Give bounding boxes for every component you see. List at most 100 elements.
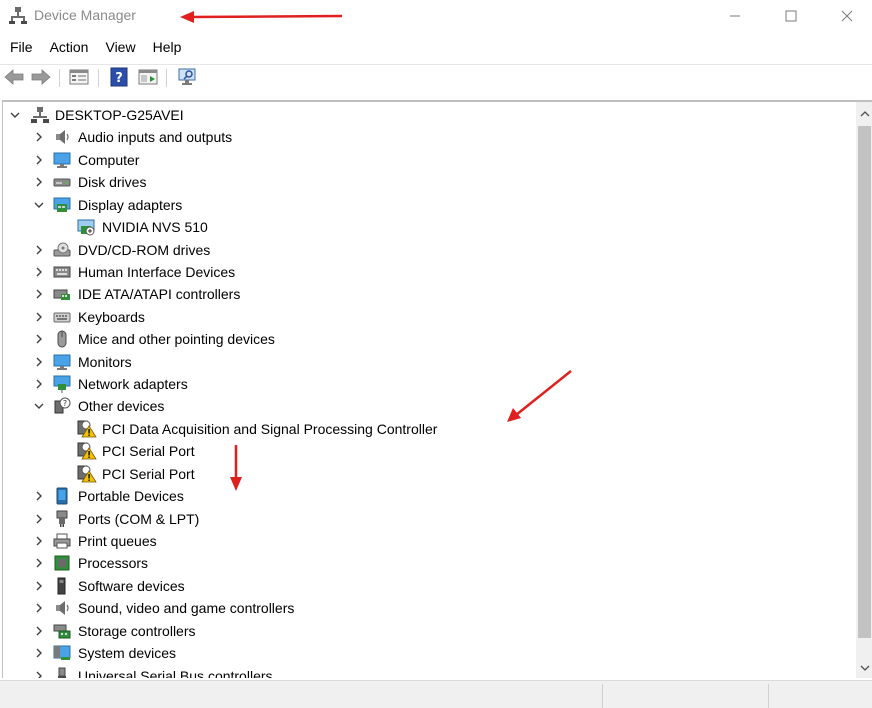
unknown-device-icon: ? [53,397,71,415]
show-hidden-icon [138,68,158,89]
svg-text:?: ? [63,399,67,408]
menu-file[interactable]: File [0,36,41,60]
tree-category[interactable]: Universal Serial Bus controllers [3,665,855,678]
window-title: Device Manager [34,7,136,23]
scroll-down-button[interactable] [856,656,872,678]
display-adapter-device-icon [77,218,95,236]
collapsed-chevron-icon[interactable] [32,489,46,503]
scan-hardware-button[interactable] [176,67,198,89]
tree-category[interactable]: Portable Devices [3,485,855,507]
maximize-icon [785,10,797,22]
collapsed-chevron-icon[interactable] [32,243,46,257]
collapsed-chevron-icon[interactable] [32,512,46,526]
tree-root[interactable]: DESKTOP-G25AVEI [3,104,855,126]
collapsed-chevron-icon[interactable] [32,130,46,144]
tree-item-label: PCI Serial Port [102,443,195,460]
display-adapter-icon [53,196,71,214]
tree-device[interactable]: NVIDIA NVS 510 [3,216,855,238]
collapsed-chevron-icon[interactable] [32,579,46,593]
expanded-chevron-icon[interactable] [32,198,46,212]
expanded-chevron-icon[interactable] [32,399,46,413]
warning-device-icon [77,442,97,460]
tree-category[interactable]: Human Interface Devices [3,261,855,283]
tree-category[interactable]: Monitors [3,351,855,373]
tree-category[interactable]: Disk drives [3,171,855,193]
tree-category[interactable]: IDE ATA/ATAPI controllers [3,283,855,305]
menu-view[interactable]: View [96,36,143,60]
tree-item-label: Portable Devices [78,488,184,505]
show-hidden-button[interactable] [137,67,159,89]
tree-category[interactable]: DVD/CD-ROM drives [3,239,855,261]
maximize-button[interactable] [768,0,814,32]
menu-action[interactable]: Action [41,36,97,60]
tree-category[interactable]: Processors [3,552,855,574]
tree-category[interactable]: Audio inputs and outputs [3,126,855,148]
tree-category[interactable]: Storage controllers [3,620,855,642]
hid-icon [53,263,71,281]
tree-item-label: Processors [78,555,149,572]
software-device-icon [53,577,71,595]
tree-device[interactable]: PCI Serial Port [3,463,855,485]
speaker-icon [53,599,71,617]
toolbar-separator [59,69,60,87]
scroll-thumb[interactable] [858,126,871,638]
tree-category[interactable]: System devices [3,642,855,664]
status-pane [602,684,768,708]
processor-icon [53,554,71,572]
tree-device[interactable]: PCI Serial Port [3,440,855,462]
properties-button[interactable] [68,67,90,89]
minimize-button[interactable] [712,0,758,32]
collapsed-chevron-icon[interactable] [32,556,46,570]
expanded-chevron-icon[interactable] [8,108,22,122]
warning-device-icon [77,420,97,438]
tree-category[interactable]: Keyboards [3,306,855,328]
tree-category[interactable]: Computer [3,149,855,171]
collapsed-chevron-icon[interactable] [32,287,46,301]
collapsed-chevron-icon[interactable] [32,153,46,167]
tree-item-label: Disk drives [78,174,147,191]
tree-category[interactable]: Sound, video and game controllers [3,597,855,619]
menu-help[interactable]: Help [144,36,190,60]
tree-item-label: PCI Data Acquisition and Signal Processi… [102,420,438,437]
toolbar-separator [166,69,167,87]
tree-category[interactable]: Software devices [3,575,855,597]
collapsed-chevron-icon[interactable] [32,601,46,615]
vertical-scrollbar[interactable] [856,102,872,678]
forward-button[interactable] [30,67,52,89]
close-button[interactable] [824,0,870,32]
back-arrow-icon [4,68,24,88]
back-button[interactable] [3,67,25,89]
computer-root-icon [31,106,49,124]
tree-category[interactable]: Mice and other pointing devices [3,328,855,350]
collapsed-chevron-icon[interactable] [32,265,46,279]
forward-arrow-icon [31,68,51,88]
scroll-up-button[interactable] [856,102,872,124]
optical-drive-icon [53,241,71,259]
collapsed-chevron-icon[interactable] [32,534,46,548]
collapsed-chevron-icon[interactable] [32,310,46,324]
tree-category[interactable]: ? Other devices [3,395,855,417]
scan-hardware-icon [177,68,197,89]
tree-item-label: IDE ATA/ATAPI controllers [78,286,241,303]
tree-category[interactable]: Print queues [3,530,855,552]
tree-category[interactable]: Ports (COM & LPT) [3,508,855,530]
collapsed-chevron-icon[interactable] [32,624,46,638]
tree-category[interactable]: Network adapters [3,373,855,395]
chevron-up-icon [860,105,870,121]
collapsed-chevron-icon[interactable] [32,355,46,369]
collapsed-chevron-icon[interactable] [32,377,46,391]
tree-item-label: PCI Serial Port [102,465,195,482]
mouse-icon [53,330,71,348]
tree-item-label: Sound, video and game controllers [78,600,295,617]
tree-device[interactable]: PCI Data Acquisition and Signal Processi… [3,418,855,440]
usb-icon [53,667,71,678]
tree-item-label: Other devices [78,398,165,415]
collapsed-chevron-icon[interactable] [32,175,46,189]
tree-item-label: Display adapters [78,196,183,213]
help-button[interactable]: ? [108,67,130,89]
tree-item-label: Monitors [78,353,132,370]
collapsed-chevron-icon[interactable] [32,332,46,346]
collapsed-chevron-icon[interactable] [32,669,46,678]
collapsed-chevron-icon[interactable] [32,646,46,660]
tree-category[interactable]: Display adapters [3,194,855,216]
